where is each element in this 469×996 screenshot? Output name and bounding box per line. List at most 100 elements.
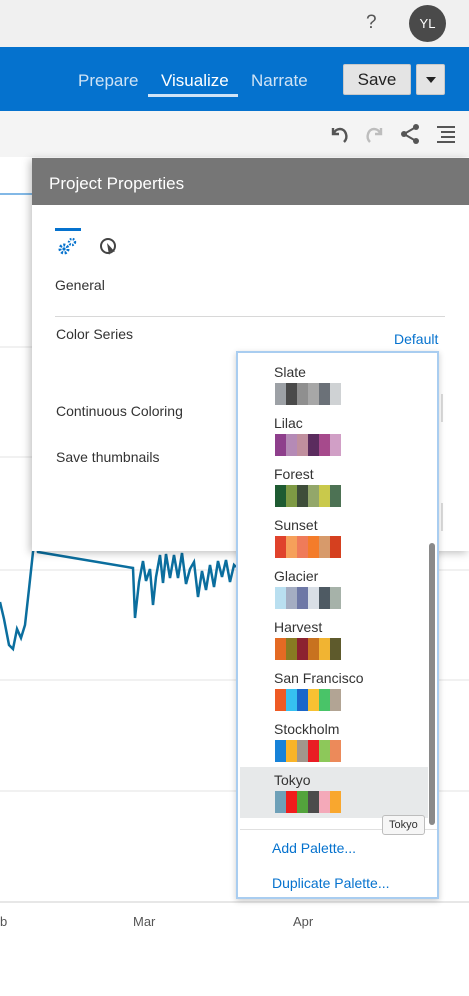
color-swatch [330,791,341,813]
palette-name: Sunset [274,517,318,533]
color-swatch [319,791,330,813]
color-swatch [319,383,330,405]
color-series-value[interactable]: Default [394,331,438,347]
color-swatch [319,740,330,762]
color-swatch [330,434,341,456]
x-tick-label: Apr [293,914,314,929]
dialog-title: Project Properties [32,158,469,205]
dropdown-scrollbar[interactable] [429,543,435,825]
canvas-toolbar [0,111,469,157]
x-tick-label: b [0,914,8,929]
color-swatch [330,587,341,609]
color-swatch [319,587,330,609]
palette-name: Lilac [274,415,303,431]
color-swatch [286,536,297,558]
color-swatch [275,383,286,405]
palette-swatches [275,536,341,558]
tab-narrate[interactable]: Narrate [251,71,308,91]
palette-option-lilac[interactable]: Lilac [240,410,428,461]
color-swatch [297,791,308,813]
color-swatch [308,791,319,813]
color-swatch [330,536,341,558]
color-swatch [275,791,286,813]
color-swatch [308,740,319,762]
redo-icon[interactable] [364,123,386,145]
palette-option-san-francisco[interactable]: San Francisco [240,665,428,716]
nav-bar: Prepare Visualize Narrate Save [0,47,469,111]
color-swatch [319,689,330,711]
palette-option-forest[interactable]: Forest [240,461,428,512]
palette-option-slate[interactable]: Slate [240,359,428,410]
palette-name: Forest [274,466,314,482]
color-swatch [297,434,308,456]
color-swatch [286,791,297,813]
palette-name: Slate [274,364,306,380]
color-swatch [297,638,308,660]
palette-name: Stockholm [274,721,340,737]
dialog-button-edge[interactable] [441,503,443,531]
color-swatch [286,434,297,456]
color-swatch [275,536,286,558]
color-swatch [286,740,297,762]
color-swatch [330,740,341,762]
duplicate-palette-link[interactable]: Duplicate Palette... [272,875,390,891]
share-icon[interactable] [399,123,421,145]
tab-visualize[interactable]: Visualize [161,71,229,91]
color-swatch [275,638,286,660]
palette-option-stockholm[interactable]: Stockholm [240,716,428,767]
gear-icon[interactable] [56,236,78,258]
color-swatch [297,485,308,507]
color-swatch [297,587,308,609]
color-swatch [286,638,297,660]
palette-swatches [275,587,341,609]
add-palette-link[interactable]: Add Palette... [272,840,356,856]
color-swatch [308,587,319,609]
active-tab-indicator [148,94,238,97]
palette-name: Glacier [274,568,319,584]
palette-name: Harvest [274,619,323,635]
section-general: General [55,277,105,293]
color-swatch [275,485,286,507]
active-tab-indicator [55,228,81,231]
color-swatch [308,638,319,660]
palette-option-harvest[interactable]: Harvest [240,614,428,665]
palette-swatches [275,791,341,813]
palette-swatches [275,434,341,456]
color-swatch [275,689,286,711]
palette-option-sunset[interactable]: Sunset [240,512,428,563]
color-swatch [319,536,330,558]
cursor-icon[interactable] [98,236,120,258]
color-swatch [275,587,286,609]
color-swatch [308,485,319,507]
user-avatar[interactable]: YL [409,5,446,42]
palette-option-glacier[interactable]: Glacier [240,563,428,614]
palette-swatches [275,485,341,507]
menu-icon[interactable] [435,123,457,145]
color-swatch [297,383,308,405]
palette-name: San Francisco [274,670,364,686]
save-menu-dropdown[interactable] [416,64,445,95]
color-swatch [319,638,330,660]
tab-prepare[interactable]: Prepare [78,71,138,91]
color-series-label: Color Series [56,326,134,342]
color-swatch [286,587,297,609]
palette-option-tokyo[interactable]: Tokyo [240,767,428,818]
save-button[interactable]: Save [343,64,411,95]
color-swatch [319,485,330,507]
color-swatch [308,536,319,558]
color-swatch [286,383,297,405]
color-swatch [319,434,330,456]
help-button[interactable]: ? [366,12,377,34]
divider [55,316,445,317]
color-swatch [286,689,297,711]
palette-name: Tokyo [274,772,311,788]
series-line [0,536,237,652]
color-swatch [330,383,341,405]
continuous-coloring-control[interactable] [441,394,443,422]
palette-swatches [275,638,341,660]
undo-icon[interactable] [328,123,350,145]
color-swatch [308,689,319,711]
color-swatch [275,740,286,762]
color-swatch [275,434,286,456]
color-swatch [297,740,308,762]
